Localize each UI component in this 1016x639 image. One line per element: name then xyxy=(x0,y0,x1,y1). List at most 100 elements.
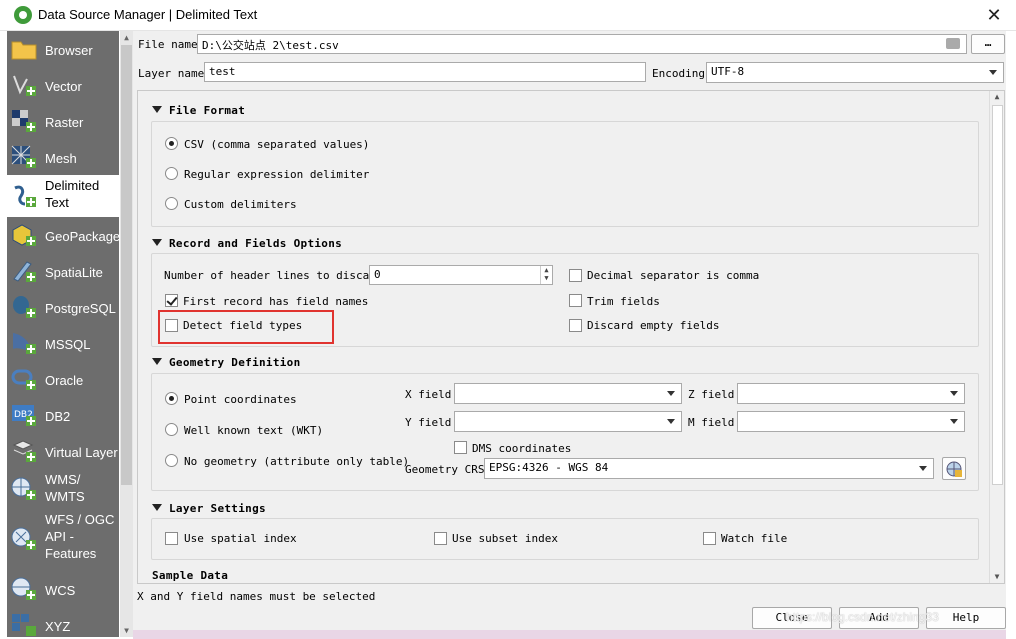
chevron-down-icon xyxy=(667,419,675,424)
spatialite-icon xyxy=(13,261,36,282)
z-field-label: Z field xyxy=(688,388,735,401)
sidebar-item-xyz[interactable]: XYZ xyxy=(7,607,119,637)
csv-option-label: CSV (comma separated values) xyxy=(184,138,370,151)
wfs-icon xyxy=(11,527,36,550)
encoding-select[interactable]: UTF-8 xyxy=(706,62,1004,83)
chevron-down-icon xyxy=(919,466,927,471)
file-name-input[interactable]: D:\公交站点 2\test.csv xyxy=(197,34,967,54)
scroll-up-arrow-icon[interactable]: ▲ xyxy=(990,91,1004,103)
close-window-button[interactable]: ✕ xyxy=(980,2,1008,28)
sidebar-item-spatialite[interactable]: SpatiaLite xyxy=(7,253,119,289)
layer-name-input[interactable]: test xyxy=(204,62,646,82)
qgis-logo-icon xyxy=(14,6,32,24)
scroll-down-arrow-icon[interactable]: ▼ xyxy=(120,624,133,637)
scroll-down-arrow-icon[interactable]: ▼ xyxy=(990,571,1004,583)
discard-empty-label: Discard empty fields xyxy=(587,319,720,332)
file-format-title: File Format xyxy=(169,104,246,117)
record-fields-title: Record and Fields Options xyxy=(169,237,343,250)
z-field-select[interactable] xyxy=(737,383,965,404)
sidebar-item-db2[interactable]: DB2 DB2 xyxy=(7,397,119,433)
sidebar-item-geopackage[interactable]: GeoPackage xyxy=(7,217,119,253)
no-geometry-label: No geometry (attribute only table) xyxy=(184,455,410,468)
dms-coordinates-checkbox[interactable] xyxy=(454,441,467,454)
sidebar-item-delimited-text[interactable]: Delimited Text xyxy=(7,175,119,217)
y-field-label: Y field xyxy=(405,416,452,429)
mssql-icon xyxy=(13,333,36,354)
first-record-checkbox[interactable] xyxy=(165,294,178,307)
chevron-down-icon xyxy=(950,391,958,396)
file-name-label: File name xyxy=(138,38,198,51)
sidebar: Browser Vector Raster Mesh Delimited Tex… xyxy=(0,31,133,639)
mesh-layer-icon xyxy=(11,145,36,168)
virtual-layer-icon xyxy=(12,440,36,462)
m-field-label: M field xyxy=(688,416,735,429)
no-geometry-radio[interactable] xyxy=(165,454,178,467)
options-content: File Format CSV (comma separated values)… xyxy=(138,91,990,583)
regex-radio[interactable] xyxy=(165,167,178,180)
first-record-label: First record has field names xyxy=(183,295,369,308)
watch-file-checkbox[interactable] xyxy=(703,532,716,545)
collapse-triangle-icon xyxy=(152,106,162,113)
spin-arrows-icon[interactable]: ▲ ▼ xyxy=(540,266,552,284)
custom-delimiters-radio[interactable] xyxy=(165,197,178,210)
scroll-up-arrow-icon[interactable]: ▲ xyxy=(120,31,133,44)
sidebar-item-label: Raster xyxy=(45,115,84,130)
header-lines-label: Number of header lines to discard xyxy=(164,269,383,282)
trim-fields-checkbox[interactable] xyxy=(569,294,582,307)
header-lines-spinbox[interactable]: 0 ▲ ▼ xyxy=(369,265,553,285)
sidebar-item-label: MSSQL xyxy=(45,337,91,352)
point-coordinates-radio[interactable] xyxy=(165,392,178,405)
clear-field-icon[interactable] xyxy=(946,38,960,49)
geometry-header[interactable]: Geometry Definition xyxy=(152,356,301,369)
sidebar-item-wfs[interactable]: WFS / OGC API - Features xyxy=(7,509,119,571)
m-field-select[interactable] xyxy=(737,411,965,432)
collapse-triangle-icon xyxy=(152,239,162,246)
dms-coordinates-label: DMS coordinates xyxy=(472,442,572,455)
csv-radio[interactable] xyxy=(165,137,178,150)
browse-button[interactable]: … xyxy=(971,34,1005,54)
subset-index-checkbox[interactable] xyxy=(434,532,447,545)
y-field-select[interactable] xyxy=(454,411,682,432)
geometry-title: Geometry Definition xyxy=(169,356,301,369)
wcs-icon xyxy=(11,577,36,600)
title-bar: Data Source Manager | Delimited Text ✕ xyxy=(0,0,1016,31)
watch-file-label: Watch file xyxy=(721,532,788,545)
sidebar-scroll-thumb[interactable] xyxy=(121,45,132,485)
discard-empty-checkbox[interactable] xyxy=(569,319,582,332)
sample-data-header: Sample Data xyxy=(152,569,228,582)
delimited-text-icon xyxy=(14,185,36,207)
sidebar-item-mssql[interactable]: MSSQL xyxy=(7,325,119,361)
wkt-label: Well known text (WKT) xyxy=(184,424,324,437)
sidebar-item-postgresql[interactable]: PostgreSQL xyxy=(7,289,119,325)
sidebar-item-label: Mesh xyxy=(45,151,77,166)
sidebar-item-browser[interactable]: Browser xyxy=(7,31,119,67)
layer-settings-header[interactable]: Layer Settings xyxy=(152,502,266,515)
select-crs-button[interactable] xyxy=(942,457,966,480)
wkt-radio[interactable] xyxy=(165,423,178,436)
sidebar-item-wms[interactable]: WMS/ WMTS xyxy=(7,469,119,509)
record-fields-header[interactable]: Record and Fields Options xyxy=(152,237,342,250)
geometry-crs-label: Geometry CRS xyxy=(405,463,485,476)
sidebar-item-raster[interactable]: Raster xyxy=(7,103,119,139)
sample-data-title: Sample Data xyxy=(152,569,229,582)
spatial-index-checkbox[interactable] xyxy=(165,532,178,545)
options-scrollbar[interactable]: ▲ ▼ xyxy=(989,91,1004,583)
sidebar-item-label: SpatiaLite xyxy=(45,265,103,280)
wms-icon xyxy=(11,477,36,500)
file-format-header[interactable]: File Format xyxy=(152,104,245,117)
decimal-comma-checkbox[interactable] xyxy=(569,269,582,282)
x-field-label: X field xyxy=(405,388,452,401)
oracle-icon xyxy=(11,369,36,390)
sidebar-scrollbar[interactable]: ▲ ▼ xyxy=(120,31,133,637)
sidebar-item-wcs[interactable]: WCS xyxy=(7,571,119,607)
geometry-crs-select[interactable]: EPSG:4326 - WGS 84 xyxy=(484,458,934,479)
sidebar-item-virtual-layer[interactable]: Virtual Layer xyxy=(7,433,119,469)
x-field-select[interactable] xyxy=(454,383,682,404)
options-scroll-thumb[interactable] xyxy=(992,105,1003,485)
vector-layer-icon xyxy=(13,75,36,96)
sidebar-item-vector[interactable]: Vector xyxy=(7,67,119,103)
options-scroll-area: File Format CSV (comma separated values)… xyxy=(137,90,1005,584)
xyz-icon xyxy=(12,614,36,636)
sidebar-item-mesh[interactable]: Mesh xyxy=(7,139,119,175)
sidebar-item-oracle[interactable]: Oracle xyxy=(7,361,119,397)
